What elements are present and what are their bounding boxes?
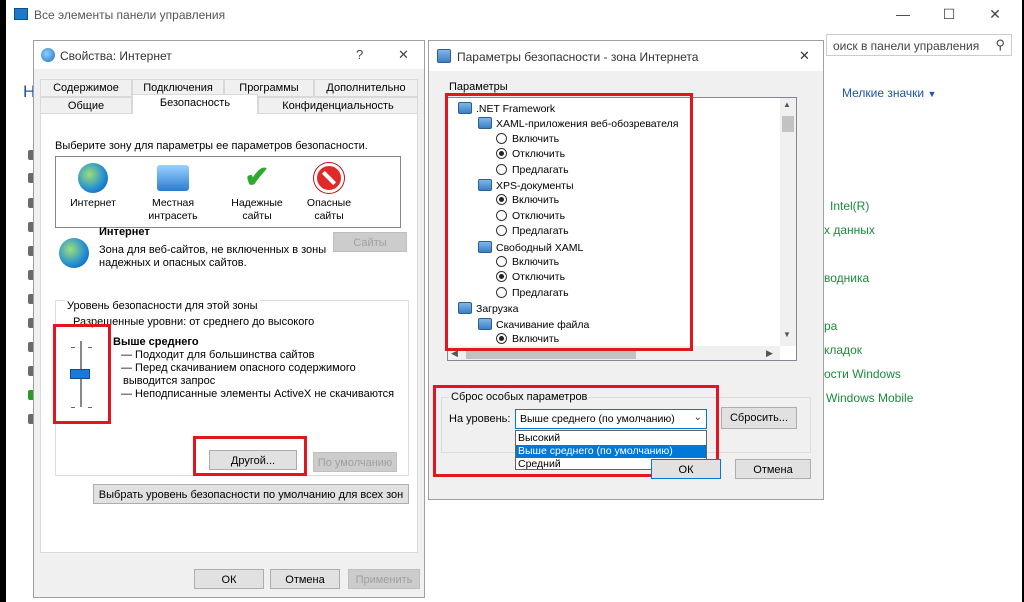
settings-icon bbox=[437, 49, 451, 63]
control-panel-icon bbox=[14, 8, 28, 20]
zone-title: Интернет bbox=[99, 226, 150, 238]
ok-button[interactable]: ОК bbox=[194, 569, 264, 589]
zone-label: сайты bbox=[314, 210, 344, 222]
vertical-scrollbar[interactable]: ▲ ▼ bbox=[780, 98, 796, 346]
close-button[interactable]: ✕ bbox=[972, 0, 1018, 30]
zone-intranet[interactable]: Местная интрасеть bbox=[138, 163, 208, 223]
zone-list[interactable]: Интернет Местная интрасеть ✔ Надежные са… bbox=[55, 156, 401, 228]
cp-item[interactable]: х данных bbox=[824, 223, 875, 237]
slider-highlight bbox=[53, 324, 111, 424]
globe-icon bbox=[59, 238, 89, 268]
forbidden-icon bbox=[314, 163, 344, 193]
control-panel-search-input[interactable]: оиск в панели управления ⚲ bbox=[826, 34, 1012, 56]
control-panel-title: Все элементы панели управления bbox=[34, 8, 226, 22]
control-panel-titlebar: Все элементы панели управления — ☐ ✕ bbox=[6, 0, 1022, 30]
help-button[interactable]: ? bbox=[356, 47, 363, 62]
custom-level-button[interactable]: Другой... bbox=[209, 450, 297, 470]
close-button[interactable]: ✕ bbox=[799, 48, 810, 64]
view-mode-label: Мелкие значки bbox=[842, 86, 925, 100]
ok-button[interactable]: ОК bbox=[651, 459, 721, 479]
close-button[interactable]: ✕ bbox=[398, 47, 409, 63]
apply-button[interactable]: Применить bbox=[348, 569, 420, 589]
reset-button[interactable]: Сбросить... bbox=[721, 407, 797, 429]
security-level-group-label: Уровень безопасности для этой зоны bbox=[65, 300, 260, 312]
security-settings-dialog: Параметры безопасности - зона Интернета … bbox=[428, 40, 824, 500]
dialog-title: Свойства: Интернет bbox=[60, 49, 172, 63]
default-level-button[interactable]: По умолчанию bbox=[313, 452, 397, 472]
level-line: — Неподписанные элементы ActiveX не скач… bbox=[121, 388, 395, 400]
reset-all-zones-button[interactable]: Выбрать уровень безопасности по умолчани… bbox=[93, 484, 409, 504]
tree-highlight bbox=[445, 93, 693, 351]
zone-prompt: Выберите зону для параметры ее параметро… bbox=[55, 140, 368, 152]
zone-trusted[interactable]: ✔ Надежные сайты bbox=[222, 163, 292, 223]
security-settings-titlebar: Параметры безопасности - зона Интернета … bbox=[429, 41, 823, 71]
zone-label: Интернет bbox=[70, 197, 116, 209]
tab-content[interactable]: Содержимое bbox=[40, 79, 132, 97]
slider-tick bbox=[88, 407, 92, 408]
level-line: — Перед скачиванием опасного содержимого bbox=[121, 362, 356, 374]
zone-label: интрасеть bbox=[148, 210, 198, 222]
security-level-slider[interactable] bbox=[70, 369, 90, 379]
tab-security[interactable]: Безопасность bbox=[132, 94, 258, 114]
slider-tick bbox=[71, 347, 75, 348]
params-label: Параметры bbox=[449, 81, 508, 93]
network-icon bbox=[157, 165, 189, 191]
zone-internet[interactable]: Интернет bbox=[58, 163, 128, 210]
cp-item[interactable]: ра bbox=[824, 319, 837, 333]
maximize-button[interactable]: ☐ bbox=[926, 0, 972, 30]
scrollbar-thumb[interactable] bbox=[782, 116, 794, 132]
scroll-right-icon[interactable]: ▶ bbox=[766, 348, 773, 359]
zone-label: Надежные bbox=[231, 197, 283, 209]
cp-item[interactable]: водника bbox=[824, 271, 869, 285]
zone-label: Опасные bbox=[306, 197, 352, 209]
checkmark-icon: ✔ bbox=[244, 161, 270, 194]
slider-tick bbox=[71, 407, 75, 408]
level-line: — Подходит для большинства сайтов bbox=[121, 349, 315, 361]
scroll-up-icon[interactable]: ▲ bbox=[783, 100, 791, 109]
search-placeholder: оиск в панели управления bbox=[833, 39, 980, 53]
level-name: Выше среднего bbox=[113, 336, 199, 348]
internet-properties-titlebar: Свойства: Интернет ? ✕ bbox=[34, 41, 424, 69]
zone-label: сайты bbox=[242, 210, 272, 222]
cp-item[interactable]: Windows Mobile bbox=[826, 391, 913, 405]
slider-tick bbox=[88, 347, 92, 348]
cp-item[interactable]: кладок bbox=[824, 343, 862, 357]
level-line: выводится запрос bbox=[123, 375, 216, 387]
internet-properties-dialog: Свойства: Интернет ? ✕ Содержимое Подклю… bbox=[33, 40, 425, 598]
tab-advanced[interactable]: Дополнительно bbox=[314, 79, 418, 97]
globe-icon bbox=[78, 163, 108, 193]
zone-description: надежных и опасных сайтов. bbox=[99, 257, 247, 269]
sites-button[interactable]: Сайты bbox=[333, 232, 407, 252]
dialog-title: Параметры безопасности - зона Интернета bbox=[457, 50, 699, 64]
cancel-button[interactable]: Отмена bbox=[735, 459, 811, 479]
zone-restricted[interactable]: Опасные сайты bbox=[294, 163, 364, 223]
scroll-down-icon[interactable]: ▼ bbox=[783, 330, 791, 339]
zone-label: Местная bbox=[151, 197, 195, 209]
cp-item[interactable]: Intel(R) bbox=[830, 199, 869, 213]
cp-item[interactable]: ости Windows bbox=[824, 367, 901, 381]
security-tab-panel: Выберите зону для параметры ее параметро… bbox=[40, 113, 418, 553]
view-mode-dropdown[interactable]: Мелкие значки ▼ bbox=[842, 86, 936, 100]
zone-description: Зона для веб-сайтов, не включенных в зон… bbox=[99, 244, 327, 256]
globe-icon bbox=[41, 48, 55, 62]
cancel-button[interactable]: Отмена bbox=[270, 569, 340, 589]
chevron-down-icon: ▼ bbox=[927, 89, 937, 99]
search-icon[interactable]: ⚲ bbox=[995, 37, 1005, 53]
minimize-button[interactable]: — bbox=[880, 0, 926, 30]
